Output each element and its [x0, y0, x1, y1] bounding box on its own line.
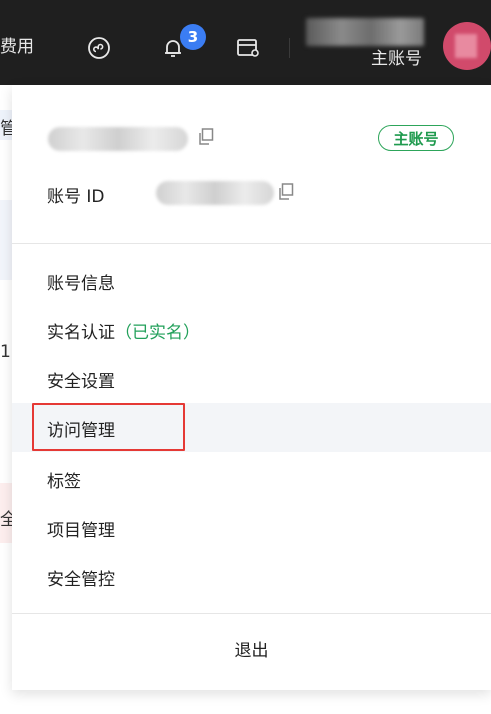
account-role-label[interactable]: 主账号 [371, 49, 422, 69]
bg-page-char: 1 [0, 342, 11, 362]
notification-count-badge: 3 [180, 24, 206, 50]
top-navigation-bar: 费用 3 主账号 [0, 0, 491, 85]
menu-item-label: 安全管控 [47, 570, 115, 590]
menu-item-label: 项目管理 [47, 521, 115, 541]
account-id-label: 账号 ID [47, 187, 105, 207]
account-name-blurred-field [48, 127, 188, 151]
menu-item-label-group: 实名认证（已实名） [47, 318, 200, 343]
logout-button[interactable]: 退出 [12, 621, 491, 681]
copy-icon[interactable] [278, 183, 294, 205]
menu-item-security-control[interactable]: 安全管控 [12, 552, 491, 601]
account-id-blurred-value [156, 181, 274, 205]
ticket-settings-icon[interactable] [236, 36, 262, 64]
menu-item-tags[interactable]: 标签 [12, 454, 491, 503]
menu-item-project-management[interactable]: 项目管理 [12, 503, 491, 552]
menu-item-account-info[interactable]: 账号信息 [12, 256, 491, 305]
highlight-annotation-box [32, 403, 185, 451]
menu-item-label: 标签 [47, 472, 81, 492]
mini-program-icon[interactable] [87, 36, 111, 64]
avatar[interactable] [443, 22, 491, 70]
menu-item-label: 实名认证 [47, 323, 115, 343]
verified-status: （已实名） [115, 323, 200, 343]
bg-row-block [0, 200, 12, 280]
menu-item-label: 账号信息 [47, 274, 115, 294]
copy-icon[interactable] [198, 128, 214, 150]
background-page-strip: 管 1 全 [0, 85, 17, 714]
main-account-tag: 主账号 [378, 125, 454, 151]
avatar-image [455, 34, 477, 58]
menu-item-security-settings[interactable]: 安全设置 [12, 354, 491, 403]
nav-fee-link[interactable]: 费用 [0, 37, 34, 57]
menu-item-label: 安全设置 [47, 372, 115, 392]
nav-divider [289, 38, 290, 58]
account-name-blurred [306, 18, 424, 46]
account-dropdown-panel: 主账号 账号 ID 账号信息 实名认证（已实名） 安全设置 访问管理 标签 项目… [12, 85, 491, 690]
divider [12, 613, 491, 614]
menu-item-real-name-auth[interactable]: 实名认证（已实名） [12, 305, 491, 354]
divider [12, 243, 491, 244]
